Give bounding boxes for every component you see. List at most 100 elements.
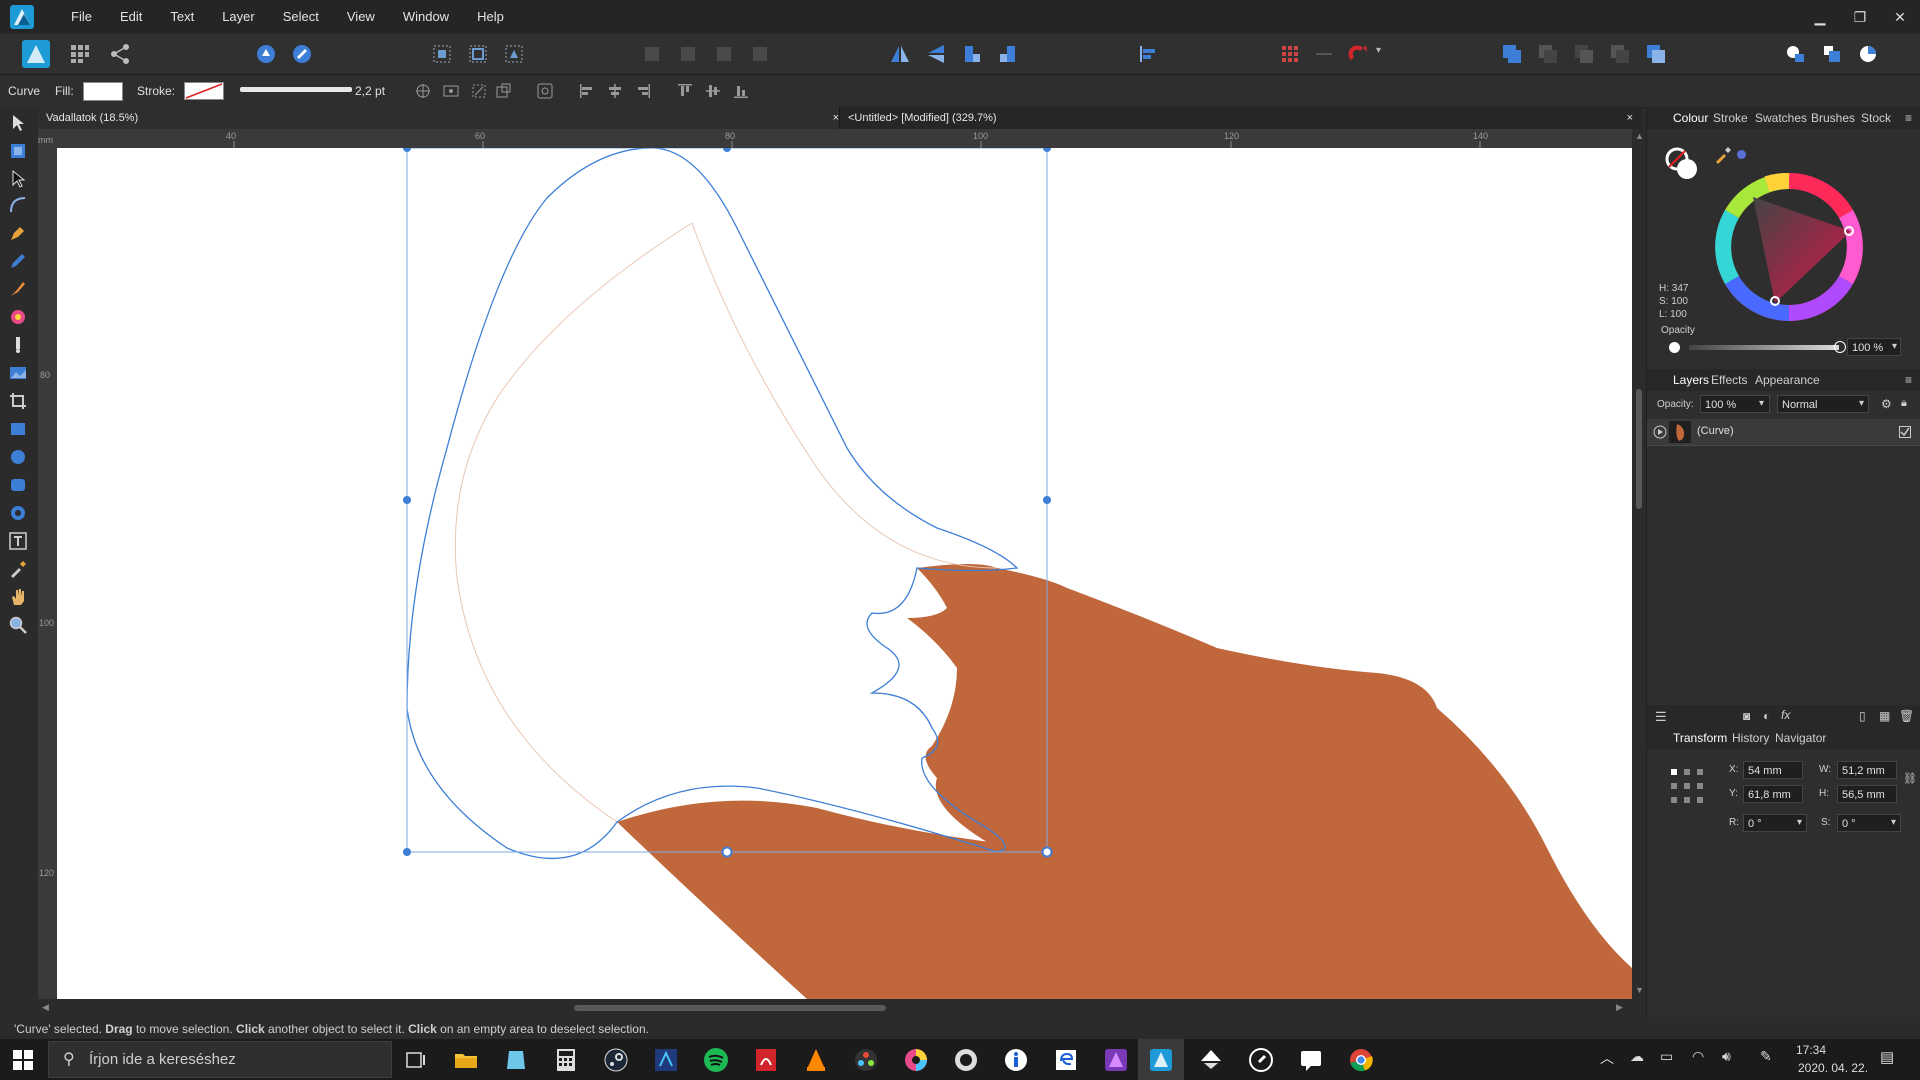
scroll-right-icon[interactable]: ▶ bbox=[1616, 1002, 1623, 1013]
align-icon[interactable] bbox=[1136, 42, 1160, 66]
color-app-icon[interactable] bbox=[903, 1047, 929, 1073]
stroke-swatch[interactable] bbox=[184, 82, 224, 100]
calculator-icon[interactable] bbox=[553, 1047, 579, 1073]
task-view-icon[interactable] bbox=[403, 1047, 429, 1073]
steam-icon[interactable] bbox=[603, 1047, 629, 1073]
ellipse-tool-icon[interactable] bbox=[8, 447, 28, 467]
artboard-tool-icon[interactable] bbox=[8, 141, 28, 161]
opacity-dropdown-icon[interactable]: ▾ bbox=[1892, 341, 1897, 352]
tab-stock[interactable]: Stock bbox=[1861, 111, 1891, 125]
move-forward-one-icon[interactable] bbox=[712, 42, 736, 66]
taskbar-search[interactable]: ⚲ Írjon ide a kereséshez bbox=[48, 1041, 392, 1078]
add-layer-icon[interactable]: ▯ bbox=[1859, 709, 1866, 723]
corner-tool-icon[interactable] bbox=[8, 195, 28, 215]
boolean-divide-icon[interactable] bbox=[1644, 42, 1668, 66]
arrange-back-icon[interactable] bbox=[1820, 42, 1844, 66]
battery-icon[interactable]: ▭ bbox=[1660, 1048, 1673, 1065]
arrange-front-icon[interactable] bbox=[1784, 42, 1808, 66]
colour-wheel[interactable] bbox=[1707, 165, 1871, 329]
vertical-scrollbar[interactable]: ▲ ▼ bbox=[1632, 129, 1646, 999]
browser-app-icon[interactable] bbox=[953, 1047, 979, 1073]
flip-vertical-icon[interactable] bbox=[924, 42, 948, 66]
vertical-scroll-thumb[interactable] bbox=[1636, 389, 1642, 509]
color-mode-dot[interactable] bbox=[1737, 150, 1746, 159]
scroll-down-icon[interactable]: ▼ bbox=[1635, 985, 1644, 995]
designer-persona-icon[interactable] bbox=[22, 40, 50, 68]
stroke-width-slider[interactable] bbox=[240, 87, 352, 92]
insert-inside-icon[interactable] bbox=[430, 42, 454, 66]
assistant-icon[interactable] bbox=[254, 42, 278, 66]
boolean-subtract-icon[interactable] bbox=[1536, 42, 1560, 66]
tab-layers[interactable]: Layers bbox=[1673, 373, 1709, 387]
vlc-icon[interactable] bbox=[803, 1047, 829, 1073]
snapping-settings-icon[interactable] bbox=[290, 42, 314, 66]
rotate-left-icon[interactable] bbox=[960, 42, 984, 66]
text-tool-icon[interactable] bbox=[8, 531, 28, 551]
align-left-icon[interactable] bbox=[578, 82, 596, 100]
horizontal-ruler[interactable]: mm 40 60 80 100 120 140 bbox=[38, 129, 1632, 148]
wifi-icon[interactable]: ◠ bbox=[1692, 1048, 1704, 1065]
pencil-tool-icon[interactable] bbox=[8, 251, 28, 271]
affinity-designer-logo-icon[interactable] bbox=[10, 5, 34, 29]
tab-close-icon[interactable]: × bbox=[1627, 107, 1633, 129]
info-app-icon[interactable] bbox=[1003, 1047, 1029, 1073]
fill-tool-icon[interactable] bbox=[8, 307, 28, 327]
close-window-icon[interactable]: ✕ bbox=[1880, 0, 1920, 34]
rounded-rectangle-tool-icon[interactable] bbox=[8, 475, 28, 495]
menu-window[interactable]: Window bbox=[389, 0, 463, 34]
stroke-width-value[interactable]: 2,2 pt bbox=[355, 84, 385, 98]
tab-appearance[interactable]: Appearance bbox=[1755, 373, 1820, 387]
horizontal-scrollbar[interactable]: ◀ ▶ bbox=[38, 999, 1632, 1017]
pen-tool-icon[interactable] bbox=[8, 223, 28, 243]
menu-layer[interactable]: Layer bbox=[208, 0, 269, 34]
align-bottom-icon[interactable] bbox=[732, 82, 750, 100]
taskbar-date[interactable]: 2020. 04. 22. bbox=[1798, 1061, 1868, 1075]
transform-origin-icon[interactable] bbox=[414, 82, 432, 100]
action-center-icon[interactable]: ▤ bbox=[1880, 1048, 1894, 1066]
boolean-intersect-icon[interactable] bbox=[1572, 42, 1596, 66]
edge-browser-icon[interactable] bbox=[1053, 1047, 1079, 1073]
snapping-magnet-icon[interactable] bbox=[1346, 42, 1370, 66]
edit-shape-icon[interactable] bbox=[536, 82, 554, 100]
brown-fur-shape[interactable] bbox=[617, 564, 1632, 999]
opacity-slider-handle[interactable] bbox=[1834, 341, 1846, 353]
snapping-dropdown-icon[interactable]: ▾ bbox=[1376, 45, 1381, 56]
panel-menu-icon[interactable]: ≡ bbox=[1905, 111, 1912, 125]
align-center-icon[interactable] bbox=[606, 82, 624, 100]
compass-app-icon[interactable] bbox=[1248, 1047, 1274, 1073]
delete-layer-icon[interactable]: 🗑︎ bbox=[1899, 709, 1914, 723]
blend-mode-select[interactable]: Normal bbox=[1777, 395, 1869, 413]
onedrive-icon[interactable]: ☁ bbox=[1630, 1048, 1644, 1065]
move-to-back-icon[interactable] bbox=[640, 42, 664, 66]
file-explorer-icon[interactable] bbox=[453, 1047, 479, 1073]
tab-brushes[interactable]: Brushes bbox=[1811, 111, 1855, 125]
menu-select[interactable]: Select bbox=[269, 0, 333, 34]
blend-dropdown-icon[interactable]: ▾ bbox=[1859, 398, 1864, 409]
bounding-box-icon[interactable] bbox=[494, 82, 512, 100]
y-input[interactable]: 61,8 mm bbox=[1743, 785, 1803, 803]
tab-history[interactable]: History bbox=[1732, 731, 1769, 745]
canvas-viewport[interactable] bbox=[57, 148, 1632, 999]
layer-row[interactable]: (Curve) bbox=[1647, 419, 1920, 446]
taskbar-time[interactable]: 17:34 bbox=[1796, 1043, 1826, 1057]
tab-swatches[interactable]: Swatches bbox=[1755, 111, 1807, 125]
x-input[interactable]: 54 mm bbox=[1743, 761, 1803, 779]
affinity-photo-icon[interactable] bbox=[1103, 1047, 1129, 1073]
flip-horizontal-icon[interactable] bbox=[888, 42, 912, 66]
vertical-ruler[interactable]: 80 100 120 bbox=[38, 148, 57, 999]
move-to-front-icon[interactable] bbox=[748, 42, 772, 66]
view-tool-icon[interactable] bbox=[8, 587, 28, 607]
tab-stroke[interactable]: Stroke bbox=[1713, 111, 1748, 125]
panel-menu-icon[interactable]: ≡ bbox=[1905, 373, 1912, 387]
anchor-point-selector-icon[interactable] bbox=[1669, 767, 1705, 805]
windows-start-icon[interactable] bbox=[12, 1049, 34, 1071]
menu-file[interactable]: File bbox=[57, 0, 106, 34]
chrome-icon[interactable] bbox=[1348, 1047, 1374, 1073]
menu-text[interactable]: Text bbox=[156, 0, 208, 34]
selected-curve-outline[interactable] bbox=[406, 148, 1019, 860]
drawing-canvas[interactable] bbox=[57, 148, 1632, 999]
add-pixel-layer-icon[interactable]: ▦ bbox=[1879, 709, 1890, 723]
align-right-icon[interactable] bbox=[634, 82, 652, 100]
mask-layer-icon[interactable]: ◙ bbox=[1743, 709, 1750, 723]
opacity-slider[interactable] bbox=[1689, 345, 1839, 350]
